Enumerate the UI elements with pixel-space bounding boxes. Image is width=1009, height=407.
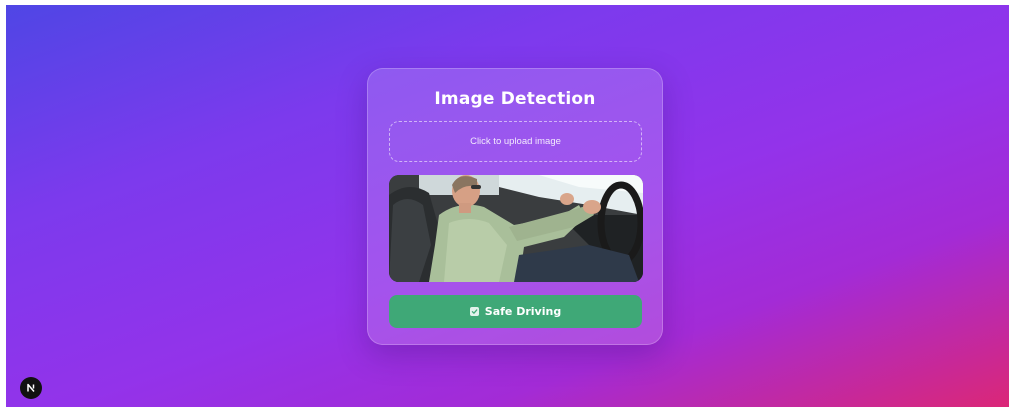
checkbox-checked-icon (469, 307, 479, 316)
nextjs-logo-icon[interactable] (20, 377, 42, 399)
uploaded-image-preview (389, 175, 643, 282)
card-title: Image Detection (434, 89, 596, 109)
driver-photo (389, 175, 643, 282)
detection-result-badge[interactable]: Safe Driving (389, 295, 642, 328)
upload-dropzone[interactable]: Click to upload image (389, 121, 642, 162)
upload-label: Click to upload image (470, 136, 561, 147)
detection-card: Image Detection Click to upload image Sa… (367, 68, 663, 345)
page-background: Image Detection Click to upload image Sa… (6, 5, 1009, 407)
result-label: Safe Driving (484, 305, 562, 318)
